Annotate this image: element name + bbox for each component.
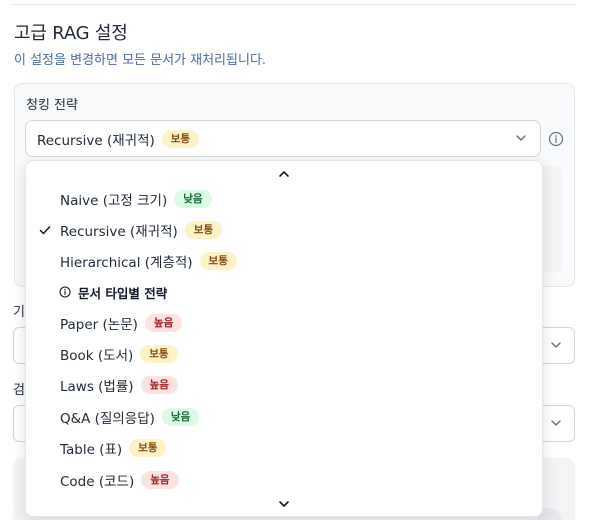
option-label: Code (코드) <box>60 474 135 490</box>
option-recursive[interactable]: Recursive (재귀적) 보통 <box>26 216 542 244</box>
option-badge: 보통 <box>140 345 178 363</box>
option-label: Naive (고정 크기) <box>60 193 168 209</box>
group-label-text: 문서 타입별 전략 <box>78 285 168 301</box>
option-badge: 높음 <box>141 471 179 489</box>
option-badge: 보통 <box>184 221 223 239</box>
field-label-1: 기 <box>13 305 25 320</box>
chevron-down-icon <box>551 420 561 426</box>
option-label: Paper (논문) <box>60 317 138 333</box>
option-code[interactable]: Code (코드) 높음 <box>26 466 542 494</box>
option-book[interactable]: Book (도서) 보통 <box>26 340 542 368</box>
chevron-down-icon <box>551 342 561 348</box>
option-laws[interactable]: Laws (법률) 높음 <box>26 371 542 399</box>
option-paper[interactable]: Paper (논문) 높음 <box>26 309 542 337</box>
option-badge: 낮음 <box>174 190 212 208</box>
option-naive[interactable]: Naive (고정 크기) 낮음 <box>26 185 542 213</box>
field-label-2: 검 <box>13 383 25 398</box>
chevron-up-icon[interactable] <box>277 167 291 181</box>
page-title: 고급 RAG 설정 <box>14 23 128 44</box>
option-badge: 낮음 <box>161 408 200 426</box>
select-value: Recursive (재귀적) <box>37 132 155 149</box>
chunking-strategy-select[interactable]: Recursive (재귀적) 보통 <box>25 120 541 157</box>
info-circle-icon <box>59 286 71 298</box>
option-table[interactable]: Table (표) 보통 <box>26 434 542 462</box>
option-label: Table (표) <box>60 442 123 458</box>
option-badge: 보통 <box>199 252 237 270</box>
option-label: Hierarchical (계층적) <box>60 255 193 271</box>
chevron-down-icon[interactable] <box>277 497 291 511</box>
option-badge: 보통 <box>129 439 167 457</box>
chunking-strategy-label: 청킹 전략 <box>26 98 78 113</box>
select-value-badge: 보통 <box>161 129 200 148</box>
info-circle-icon[interactable] <box>548 131 564 147</box>
option-qa[interactable]: Q&A (질의응답) 낮음 <box>26 403 542 431</box>
group-document-type: 문서 타입별 전략 <box>26 278 542 306</box>
option-label: Laws (법률) <box>60 379 134 395</box>
option-label: Recursive (재귀적) <box>60 224 178 240</box>
chevron-down-icon <box>516 135 526 141</box>
option-badge: 높음 <box>144 314 183 332</box>
option-badge: 높음 <box>140 376 178 394</box>
option-label: Q&A (질의응답) <box>60 411 155 427</box>
check-icon <box>39 226 51 235</box>
top-divider <box>12 4 576 5</box>
chunking-strategy-dropdown: Naive (고정 크기) 낮음 Recursive (재귀적) 보통 Hier… <box>25 160 543 517</box>
option-label: Book (도서) <box>60 348 134 364</box>
page-subtitle: 이 설정을 변경하면 모든 문서가 재처리됩니다. <box>14 53 267 68</box>
option-hierarchical[interactable]: Hierarchical (계층적) 보통 <box>26 247 542 275</box>
